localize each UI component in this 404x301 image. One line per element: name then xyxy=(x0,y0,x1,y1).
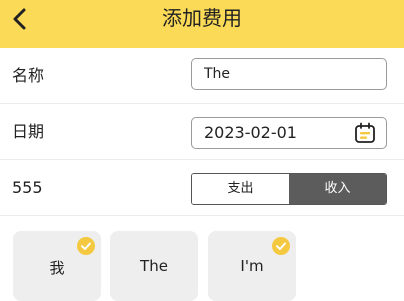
date-row: 日期 2023-02-01 xyxy=(0,104,404,160)
income-option[interactable]: 收入 xyxy=(289,174,386,204)
expense-option[interactable]: 支出 xyxy=(192,174,289,204)
type-label: 555 xyxy=(12,178,43,197)
type-row: 555 支出 收入 xyxy=(0,160,404,216)
date-value: 2023-02-01 xyxy=(204,123,297,142)
member-card-label: I'm xyxy=(240,257,264,275)
member-card[interactable]: 我 xyxy=(13,231,101,301)
member-card[interactable]: I'm xyxy=(208,231,296,301)
name-input[interactable] xyxy=(191,58,387,90)
calendar-icon[interactable] xyxy=(354,122,376,144)
date-label: 日期 xyxy=(12,122,45,141)
type-segmented-control: 支出 收入 xyxy=(191,173,387,205)
check-icon xyxy=(77,237,95,255)
name-label: 名称 xyxy=(12,66,45,85)
check-icon xyxy=(272,237,290,255)
date-field[interactable]: 2023-02-01 xyxy=(191,117,387,149)
member-card[interactable]: The xyxy=(110,231,198,301)
member-card-label: 我 xyxy=(49,259,65,277)
member-card-label: The xyxy=(140,257,168,275)
page-title: 添加费用 xyxy=(162,6,242,30)
name-row: 名称 xyxy=(0,48,404,104)
app-header: 添加费用 xyxy=(0,0,404,48)
